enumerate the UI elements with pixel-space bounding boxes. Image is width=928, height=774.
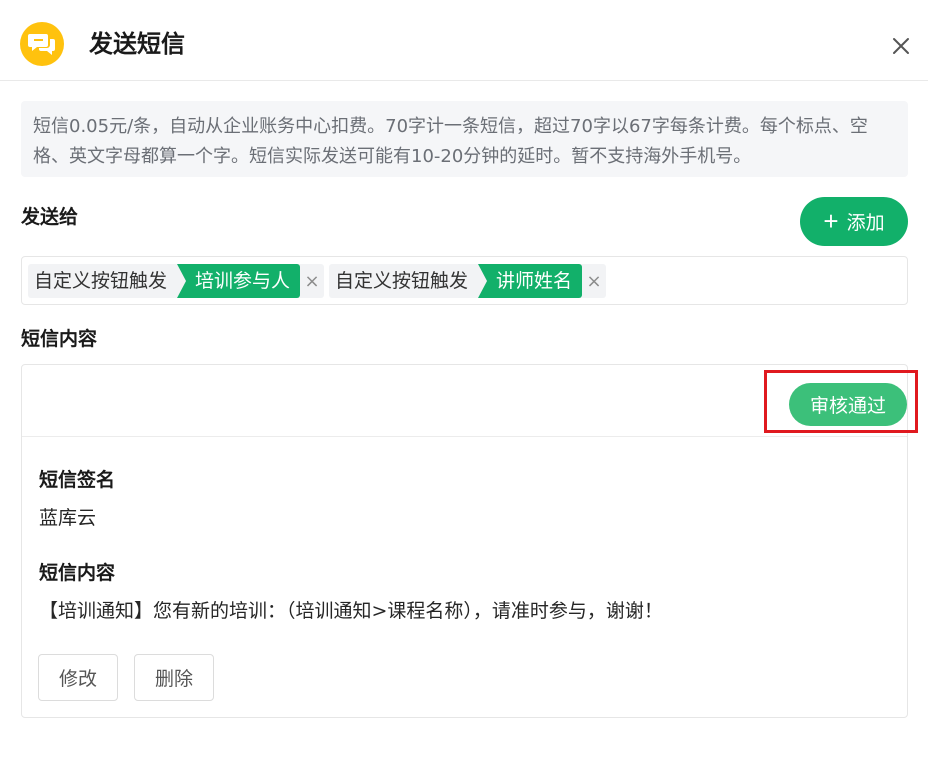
remove-tag-icon[interactable]: × [300,264,324,298]
recipient-tag: 自定义按钮触发 讲师姓名 × [329,264,607,298]
remove-tag-icon[interactable]: × [582,264,606,298]
tag-prefix: 自定义按钮触发 [335,270,469,292]
content-section-label: 短信内容 [21,328,98,350]
recipients-field[interactable]: 自定义按钮触发 培训参与人 × 自定义按钮触发 讲师姓名 × [21,256,908,305]
signature-label: 短信签名 [39,469,116,491]
signature-value: 蓝库云 [39,507,97,529]
close-icon[interactable] [888,33,914,59]
tag-value: 培训参与人 [177,264,301,298]
plus-icon: + [823,205,839,236]
billing-notice: 短信0.05元/条，自动从企业账务中心扣费。70字计一条短信，超过70字以67字… [21,101,908,177]
body-label: 短信内容 [39,562,116,584]
recipients-label: 发送给 [21,206,79,228]
tag-prefix: 自定义按钮触发 [34,270,168,292]
edit-button[interactable]: 修改 [38,654,118,701]
add-recipient-button[interactable]: + 添加 [800,197,908,246]
tag-value: 讲师姓名 [478,264,583,298]
delete-button[interactable]: 删除 [134,654,214,701]
close-button[interactable] [888,33,914,59]
add-button-label: 添加 [846,213,885,234]
dialog-header: 发送短信 [0,0,928,81]
body-value: 【培训通知】您有新的培训：（培训通知>课程名称），请准时参与，谢谢！ [39,600,663,622]
approved-button[interactable]: 审核通过 [789,383,907,426]
send-sms-dialog: 发送短信 短信0.05元/条，自动从企业账务中心扣费。70字计一条短信，超过70… [0,0,928,774]
recipient-tag: 自定义按钮触发 培训参与人 × [28,264,325,298]
sms-content-card: 审核通过 短信签名 蓝库云 短信内容 【培训通知】您有新的培训：（培训通知>课程… [21,364,908,718]
dialog-title: 发送短信 [89,30,185,58]
chat-bubbles-icon [20,22,64,66]
card-toolbar: 审核通过 [22,365,907,437]
